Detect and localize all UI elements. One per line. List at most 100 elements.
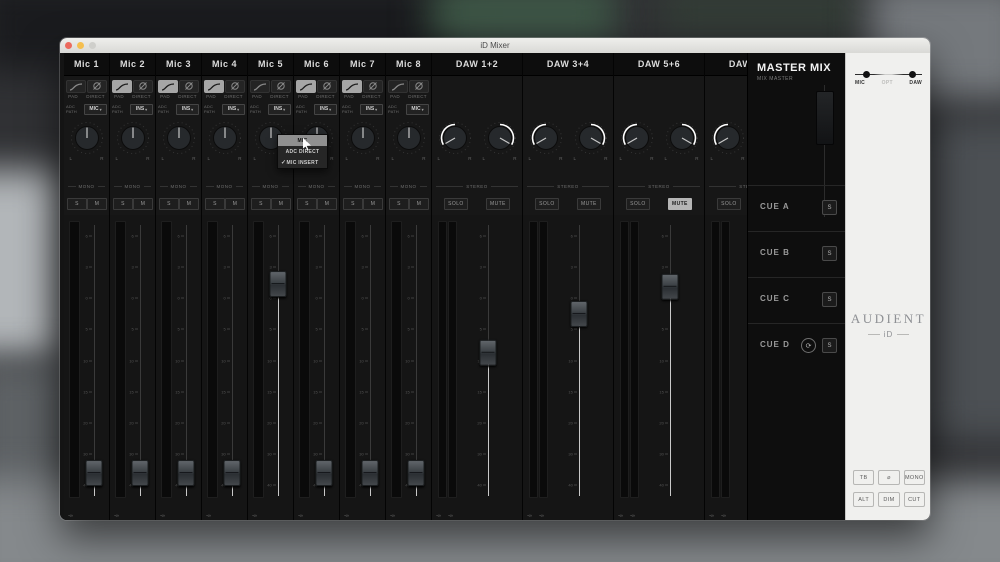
pan-knob-right[interactable]: LR [572,121,610,161]
fader-track[interactable]: 63051015203040 [221,225,241,496]
phase-button[interactable] [270,79,291,93]
hpf-button[interactable] [158,79,179,93]
adc-path-dropdown[interactable]: INS ▾ [314,103,337,115]
adc-path-dropdown[interactable]: INS ▾ [360,103,383,115]
adc-path-menu-item[interactable]: ADC DIRECT [278,146,327,157]
talkback-button[interactable]: TB [853,470,875,485]
solo-button[interactable]: SOLO [717,198,741,210]
pan-knob-left[interactable]: LR [527,121,565,161]
adc-path-dropdown[interactable]: INS ▾ [222,103,245,115]
phase-button[interactable] [132,79,153,93]
fader-cap[interactable] [223,460,241,487]
phase-button[interactable] [178,79,199,93]
pan-knob-left[interactable]: LR [436,121,474,161]
solo-button[interactable]: SOLO [444,198,468,210]
pan-knob[interactable]: LR [114,121,152,161]
fader-track[interactable]: 63051015203040 [83,225,103,496]
mute-button[interactable]: M [179,198,199,210]
cue-solo-button[interactable]: S [822,200,837,215]
pan-knob[interactable]: LR [390,121,428,161]
phase-button[interactable] [224,79,245,93]
cue-solo-button[interactable]: S [822,292,837,307]
solo-button[interactable]: SOLO [535,198,559,210]
solo-button[interactable]: S [205,198,225,210]
source-slider-knob-left[interactable] [863,71,870,78]
adc-path-menu-item[interactable]: ✓ MIC INSERT [278,157,327,168]
fader-cap[interactable] [407,460,425,487]
phase-button[interactable] [408,79,429,93]
phase-button[interactable] [316,79,337,93]
fader-track[interactable]: 63051015203040 [405,225,425,496]
pan-knob[interactable]: LR [344,121,382,161]
cue-link-icon[interactable]: ⟳ [801,338,816,353]
fader-cap[interactable] [661,273,679,300]
solo-button[interactable]: S [297,198,317,210]
meter-source-selector[interactable]: MIC OPT DAW [853,67,924,89]
solo-button[interactable]: S [389,198,409,210]
phase-monitor-button[interactable]: ⌀ [878,470,900,485]
alt-speaker-button[interactable]: ALT [853,492,875,507]
mute-button[interactable]: MUTE [668,198,692,210]
solo-button[interactable]: S [67,198,87,210]
pan-knob-left[interactable]: LR [709,121,747,161]
hpf-button[interactable] [250,79,271,93]
mute-button[interactable]: M [409,198,429,210]
pan-knob[interactable]: LR [160,121,198,161]
fader-cap[interactable] [361,460,379,487]
solo-button[interactable]: S [113,198,133,210]
fader-track[interactable]: 63051015203040 [267,225,287,496]
mute-button[interactable]: M [317,198,337,210]
fader-track[interactable]: 63051015203040 [477,225,497,496]
mute-button[interactable]: MUTE [577,198,601,210]
phase-button[interactable] [362,79,383,93]
cue-solo-button[interactable]: S [822,338,837,353]
mute-button[interactable]: M [133,198,153,210]
fader-track[interactable]: 63051015203040 [129,225,149,496]
mute-button[interactable]: M [225,198,245,210]
fader-track[interactable]: 63051015203040 [568,225,588,496]
solo-button[interactable]: S [251,198,271,210]
cut-button[interactable]: CUT [903,492,925,507]
fader-cap[interactable] [570,300,588,327]
solo-button[interactable]: SOLO [626,198,650,210]
solo-button[interactable]: S [159,198,179,210]
adc-path-dropdown[interactable]: INS ▾ [176,103,199,115]
fader-cap[interactable] [131,460,149,487]
adc-path-dropdown[interactable]: MIC ▾ [406,103,429,115]
mute-button[interactable]: M [87,198,107,210]
mute-button[interactable]: MUTE [486,198,510,210]
adc-path-dropdown[interactable]: INS ▾ [268,103,291,115]
pan-knob[interactable]: LR [68,121,106,161]
hpf-button[interactable] [388,79,409,93]
mono-button[interactable]: MONO [903,470,925,485]
solo-button[interactable]: S [343,198,363,210]
mute-button[interactable]: M [363,198,383,210]
master-fader-cap[interactable] [816,91,834,145]
hpf-button[interactable] [204,79,225,93]
fader-cap[interactable] [479,340,497,367]
fader-cap[interactable] [269,271,287,298]
hpf-button[interactable] [342,79,363,93]
source-slider-knob-right[interactable] [909,71,916,78]
pan-knob[interactable]: LR [206,121,244,161]
pan-knob-left[interactable]: LR [618,121,656,161]
pan-knob-right[interactable]: LR [481,121,519,161]
adc-path-dropdown[interactable]: MIC ▾ [84,103,107,115]
fader-track[interactable]: 63051015203040 [659,225,679,496]
fader-cap[interactable] [177,460,195,487]
mute-button[interactable]: M [271,198,291,210]
fader-track[interactable]: 63051015203040 [313,225,333,496]
dim-button[interactable]: DIM [878,492,900,507]
phase-button[interactable] [86,79,107,93]
fader-cap[interactable] [85,460,103,487]
hpf-button[interactable] [296,79,317,93]
cue-solo-button[interactable]: S [822,246,837,261]
hpf-button[interactable] [66,79,87,93]
window-titlebar[interactable]: iD Mixer [60,38,930,54]
fader-track[interactable]: 63051015203040 [359,225,379,496]
hpf-button[interactable] [112,79,133,93]
adc-path-menu-item[interactable]: MIC [278,135,327,146]
adc-path-dropdown[interactable]: INS ▾ [130,103,153,115]
pan-knob-right[interactable]: LR [663,121,701,161]
fader-cap[interactable] [315,460,333,487]
